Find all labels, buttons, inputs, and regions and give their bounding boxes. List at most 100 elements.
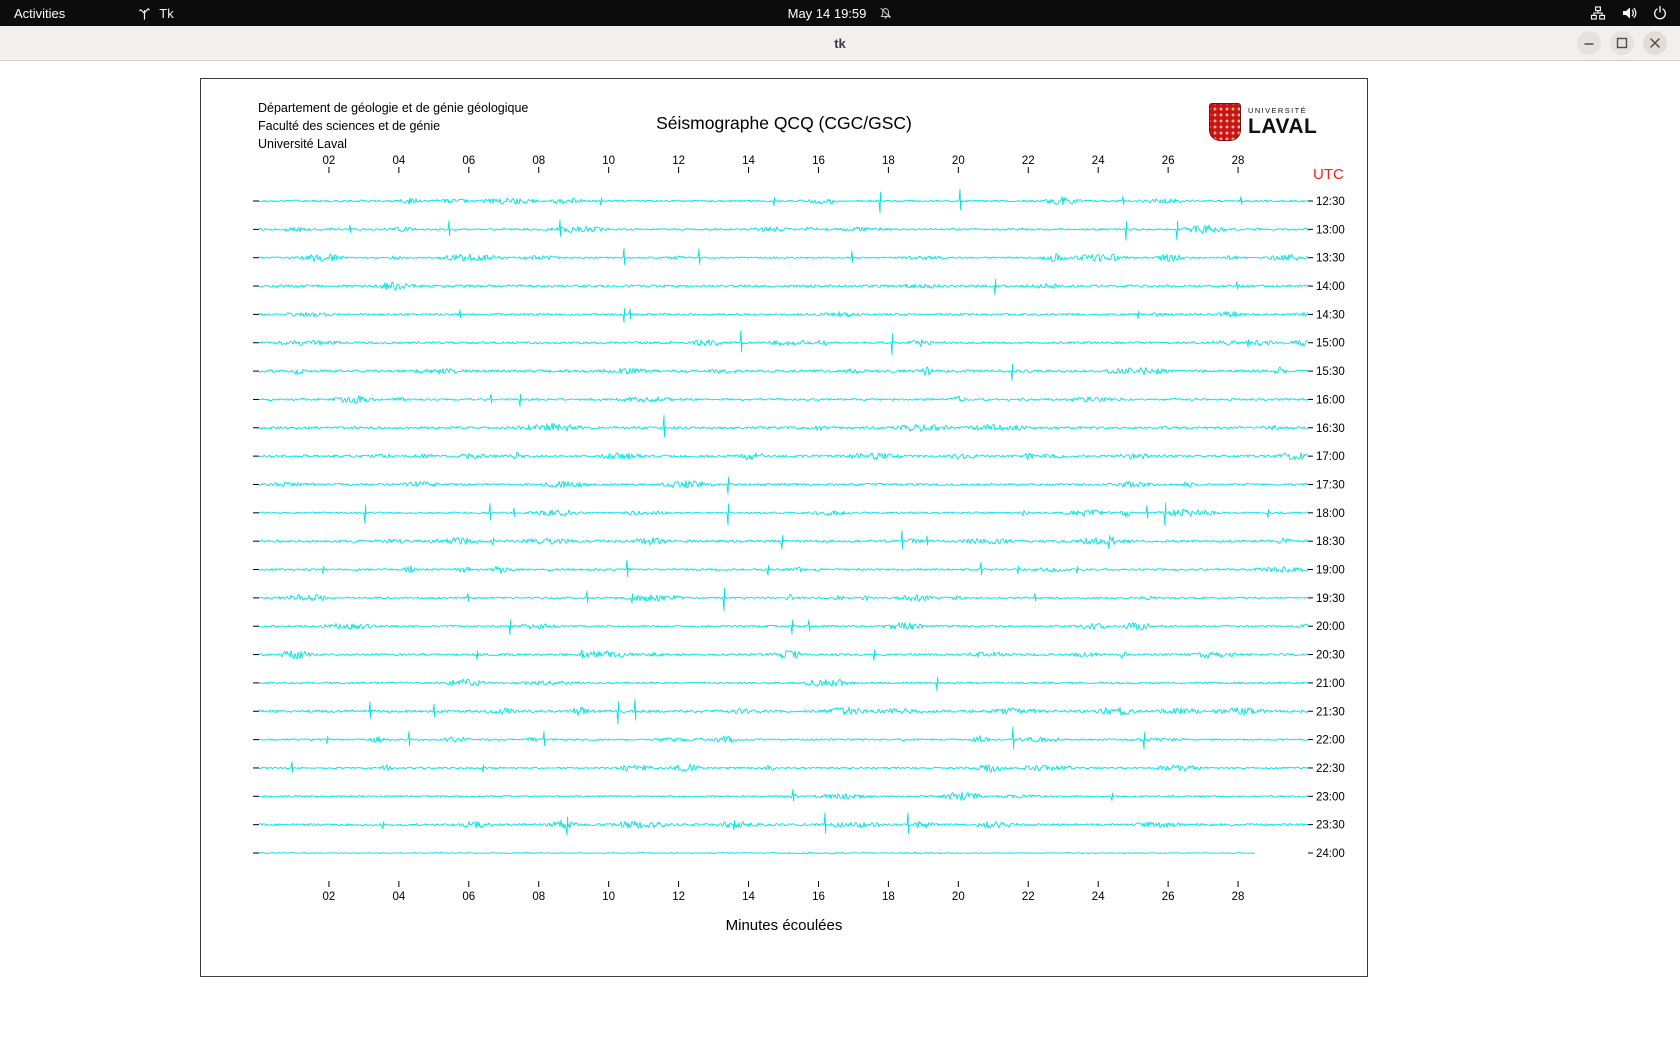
institution-line3: Université Laval	[258, 137, 347, 151]
gnome-top-bar: Activities Tk May 14 19:59	[0, 0, 1680, 26]
trace-time-label: 21:00	[1316, 678, 1345, 690]
trace-time-label: 23:00	[1316, 791, 1345, 803]
x-tick-label-top: 14	[742, 155, 755, 167]
x-tick-label-bottom: 12	[672, 891, 685, 903]
power-icon	[1652, 5, 1668, 21]
seismogram-trace	[258, 649, 1309, 661]
trace-time-label: 17:00	[1316, 451, 1345, 463]
trace-time-label: 24:00	[1316, 848, 1345, 860]
seismogram-trace	[258, 851, 1255, 855]
trace-time-label: 16:00	[1316, 394, 1345, 406]
close-icon	[1650, 38, 1660, 48]
seismogram-trace	[258, 619, 1309, 636]
trace-time-label: 16:30	[1316, 423, 1345, 435]
seismogram-trace	[258, 393, 1309, 407]
x-tick-label-bottom: 08	[532, 891, 545, 903]
x-tick-label-top: 26	[1162, 155, 1175, 167]
trace-time-label: 17:30	[1316, 479, 1345, 491]
notifications-off-icon	[878, 6, 892, 20]
seismogram-trace	[258, 476, 1309, 495]
x-tick-label-bottom: 16	[812, 891, 825, 903]
system-status-area[interactable]	[1590, 0, 1668, 26]
x-tick-label-bottom: 24	[1092, 891, 1105, 903]
seismogram-trace	[258, 330, 1309, 356]
window-content: 02 02 04 04 06 06 08 08 10 10 12 12 14 14 16 16 18 18 20 20…	[0, 61, 1680, 1050]
maximize-icon	[1616, 37, 1628, 49]
trace-time-label: 22:30	[1316, 763, 1345, 775]
tk-indicator-label: Tk	[159, 5, 174, 21]
seismogram-trace	[258, 219, 1309, 241]
window-titlebar[interactable]: tk	[0, 26, 1680, 61]
activities-label: Activities	[14, 5, 66, 21]
seismogram-trace	[258, 530, 1309, 550]
trace-time-label: 19:00	[1316, 565, 1345, 577]
seismogram-trace	[258, 587, 1309, 612]
minimize-button[interactable]	[1577, 31, 1601, 55]
clock-menu[interactable]: May 14 19:59	[788, 0, 893, 26]
seismogram-trace	[258, 676, 1309, 692]
x-tick-label-bottom: 26	[1162, 891, 1175, 903]
maximize-button[interactable]	[1610, 31, 1634, 55]
seismogram-trace	[258, 247, 1309, 266]
x-tick-label-bottom: 22	[1022, 891, 1035, 903]
tk-app-indicator[interactable]: Tk	[137, 5, 174, 21]
seismogram-trace	[259, 761, 1309, 773]
logo-small-text: UNIVERSITÉ	[1248, 105, 1308, 115]
x-axis-title: Minutes écoulées	[725, 917, 843, 934]
seismogram-trace	[259, 308, 1309, 323]
trace-time-label: 21:30	[1316, 706, 1345, 718]
x-tick-label-top: 28	[1232, 155, 1245, 167]
trace-time-label: 20:30	[1316, 650, 1345, 662]
x-tick-label-top: 12	[672, 155, 685, 167]
trace-time-label: 13:30	[1316, 253, 1345, 265]
seismogram-trace	[258, 726, 1309, 750]
seismogram-plot: 02 02 04 04 06 06 08 08 10 10 12 12 14 14 16 16 18 18 20 20…	[253, 155, 1345, 903]
x-tick-label-top: 02	[323, 155, 336, 167]
x-tick-label-top: 10	[602, 155, 615, 167]
seismogram-trace	[258, 363, 1309, 381]
x-tick-label-bottom: 10	[602, 891, 615, 903]
trace-time-label: 18:00	[1316, 508, 1345, 520]
trace-time-label: 14:00	[1316, 281, 1345, 293]
x-tick-label-bottom: 04	[392, 891, 405, 903]
chart-title: Séismographe QCQ (CGC/GSC)	[656, 113, 912, 133]
trace-time-label: 20:00	[1316, 621, 1345, 633]
logo-large-text: LAVAL	[1248, 115, 1318, 139]
trace-time-label: 15:30	[1316, 366, 1345, 378]
x-tick-label-top: 24	[1092, 155, 1105, 167]
seismogram-trace	[258, 414, 1309, 438]
trace-time-label: 19:30	[1316, 593, 1345, 605]
x-tick-label-top: 06	[462, 155, 475, 167]
window-title: tk	[834, 35, 846, 51]
clock-label: May 14 19:59	[787, 5, 867, 21]
x-tick-label-top: 22	[1022, 155, 1035, 167]
x-tick-label-bottom: 14	[742, 891, 755, 903]
x-tick-label-top: 16	[812, 155, 825, 167]
network-icon	[1590, 5, 1606, 21]
seismogram-trace	[258, 451, 1309, 461]
x-tick-label-top: 04	[392, 155, 405, 167]
trace-time-label: 13:00	[1316, 224, 1345, 236]
trace-time-label: 12:30	[1316, 196, 1345, 208]
x-tick-label-bottom: 02	[323, 891, 336, 903]
trace-time-label: 23:30	[1316, 820, 1345, 832]
seismogram-trace	[258, 812, 1309, 836]
seismogram-trace	[258, 188, 1309, 214]
activities-button[interactable]: Activities	[0, 0, 79, 26]
window-controls	[1577, 31, 1667, 55]
minimize-icon	[1584, 43, 1594, 45]
x-tick-label-bottom: 06	[462, 891, 475, 903]
utc-label: UTC	[1313, 166, 1344, 183]
trace-time-label: 14:30	[1316, 309, 1345, 321]
x-tick-label-bottom: 28	[1232, 891, 1245, 903]
seismogram-trace	[258, 698, 1309, 725]
universite-laval-logo: UNIVERSITÉ LAVAL	[1209, 103, 1317, 141]
trace-time-label: 15:00	[1316, 338, 1345, 350]
x-tick-label-top: 20	[952, 155, 965, 167]
x-tick-label-top: 08	[532, 155, 545, 167]
close-button[interactable]	[1643, 31, 1667, 55]
seismogram-trace	[258, 559, 1309, 578]
x-tick-label-bottom: 20	[952, 891, 965, 903]
x-tick-label-bottom: 18	[882, 891, 895, 903]
tk-icon	[137, 6, 152, 21]
